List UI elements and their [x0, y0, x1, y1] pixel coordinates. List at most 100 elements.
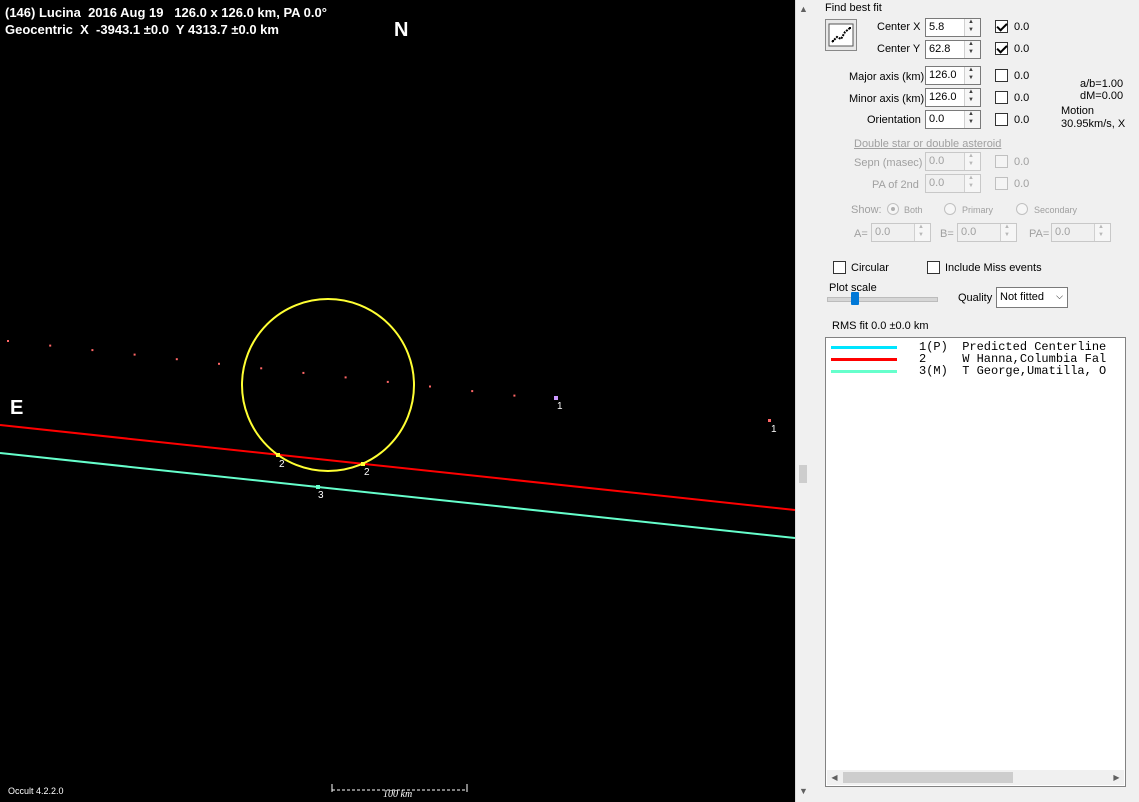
pa2nd-label: PA of 2nd — [872, 179, 919, 191]
centerline-dot — [471, 390, 474, 393]
show-secondary-label: Secondary — [1034, 205, 1078, 215]
center-x-label: Center X — [877, 21, 921, 33]
legend-item[interactable]: 3(M) T George,Umatilla, O — [826, 364, 1125, 378]
plot-scale-track[interactable] — [827, 297, 938, 302]
plot-header-line1: (146) Lucina 2016 Aug 19 126.0 x 126.0 k… — [5, 5, 327, 20]
minor-axis-input[interactable]: 126.0 — [925, 88, 981, 107]
orientation-weight: 0.0 — [1014, 114, 1030, 126]
legend-item[interactable]: 1(P) Predicted Centerline — [826, 340, 1125, 354]
scroll-left-icon[interactable]: ◀ — [827, 770, 842, 785]
include-miss-checkbox[interactable] — [927, 261, 940, 274]
center-y-spinner[interactable] — [964, 41, 980, 58]
vertical-scrollbar[interactable]: ▲ ▼ — [795, 0, 811, 802]
chord-2-right-label: 2 — [364, 467, 370, 478]
pa2nd-value: 0.0 — [929, 177, 945, 189]
pa2nd-weight: 0.0 — [1014, 178, 1030, 190]
ab-ratio: a/b=1.00 — [1080, 78, 1124, 90]
quality-label: Quality — [958, 292, 993, 304]
pa-value: 0.0 — [1055, 226, 1071, 238]
centerline-dot — [175, 358, 178, 361]
a-input[interactable]: 0.0 — [871, 223, 931, 242]
dm-value: dM=0.00 — [1080, 90, 1124, 102]
motion-value: 30.95km/s, X — [1061, 118, 1126, 130]
circular-label: Circular — [851, 262, 889, 274]
legend-line-3 — [831, 370, 897, 373]
pa-label: PA= — [1029, 228, 1050, 240]
chord-1-label: 1 — [557, 401, 563, 412]
sepn-input[interactable]: 0.0 — [925, 152, 981, 171]
show-label: Show: — [851, 204, 882, 216]
scroll-up-icon[interactable]: ▲ — [796, 2, 811, 17]
center-x-weight: 0.0 — [1014, 21, 1030, 33]
show-secondary-radio[interactable] — [1016, 203, 1028, 215]
pa2nd-spinner[interactable] — [964, 175, 980, 192]
circular-checkbox[interactable] — [833, 261, 846, 274]
centerline-dot — [386, 380, 389, 383]
legend-scroll-thumb[interactable] — [843, 772, 1013, 783]
center-x-spinner[interactable] — [964, 19, 980, 36]
chord-2-reappear-marker — [361, 462, 365, 466]
b-input[interactable]: 0.0 — [957, 223, 1017, 242]
scroll-thumb[interactable] — [799, 465, 807, 483]
orientation-input[interactable]: 0.0 — [925, 110, 981, 129]
minor-axis-weight: 0.0 — [1014, 92, 1030, 104]
motion-label: Motion — [1061, 105, 1095, 117]
observer-legend-list[interactable]: 1(P) Predicted Centerline 2 W Hanna,Colu… — [825, 337, 1126, 787]
plot-scale-knob[interactable] — [851, 292, 859, 305]
center-x-checkbox[interactable] — [995, 20, 1008, 33]
chevron-down-icon: ⌵ — [1056, 291, 1063, 301]
legend-line-2 — [831, 358, 897, 361]
occultation-plot[interactable]: 2 2 3 1 1 100 km (146) Lucina 2016 Aug 1… — [0, 0, 795, 802]
predicted-centerline-dots — [7, 340, 516, 397]
minor-axis-checkbox[interactable] — [995, 91, 1008, 104]
quality-value: Not fitted — [1000, 291, 1045, 303]
pa-input[interactable]: 0.0 — [1051, 223, 1111, 242]
center-y-value: 62.8 — [929, 43, 951, 55]
show-primary-label: Primary — [962, 205, 993, 215]
a-spinner[interactable] — [914, 224, 930, 241]
sepn-spinner[interactable] — [964, 153, 980, 170]
centerline-dot — [91, 349, 94, 352]
orientation-checkbox[interactable] — [995, 113, 1008, 126]
legend-horizontal-scrollbar[interactable]: ◀ ▶ — [827, 770, 1124, 785]
major-axis-checkbox[interactable] — [995, 69, 1008, 82]
plot-header-line2: Geocentric X -3943.1 ±0.0 Y 4313.7 ±0.0 … — [5, 22, 279, 37]
b-value: 0.0 — [961, 226, 977, 238]
center-x-input[interactable]: 5.8 — [925, 18, 981, 37]
pa-spinner[interactable] — [1094, 224, 1110, 241]
orientation-value: 0.0 — [929, 113, 945, 125]
chord-2-left-label: 2 — [279, 459, 285, 470]
pa2nd-input[interactable]: 0.0 — [925, 174, 981, 193]
centerline-dot — [7, 340, 9, 342]
show-primary-radio[interactable] — [944, 203, 956, 215]
center-y-checkbox[interactable] — [995, 42, 1008, 55]
major-axis-weight: 0.0 — [1014, 70, 1030, 82]
minor-axis-label: Minor axis (km) — [849, 93, 925, 105]
major-axis-spinner[interactable] — [964, 67, 980, 84]
chord-1-far-marker — [768, 419, 771, 422]
scale-label: 100 km — [383, 789, 412, 800]
a-label: A= — [854, 228, 868, 240]
minor-axis-spinner[interactable] — [964, 89, 980, 106]
legend-item[interactable]: 2 W Hanna,Columbia Fal — [826, 352, 1125, 366]
show-both-radio[interactable] — [887, 203, 899, 215]
find-best-fit-button[interactable] — [825, 19, 857, 51]
orientation-spinner[interactable] — [964, 111, 980, 128]
minor-axis-value: 126.0 — [929, 91, 957, 103]
scroll-down-icon[interactable]: ▼ — [796, 784, 811, 799]
centerline-dot — [429, 385, 431, 388]
a-value: 0.0 — [875, 226, 891, 238]
center-y-label: Center Y — [877, 43, 921, 55]
chord-1-far-label: 1 — [771, 424, 777, 435]
find-best-fit-label: Find best fit — [825, 2, 882, 14]
version-label: Occult 4.2.2.0 — [8, 786, 64, 796]
pa2nd-checkbox[interactable] — [995, 177, 1008, 190]
chord-2-line — [0, 424, 795, 511]
major-axis-input[interactable]: 126.0 — [925, 66, 981, 85]
b-spinner[interactable] — [1000, 224, 1016, 241]
scroll-right-icon[interactable]: ▶ — [1109, 770, 1124, 785]
double-star-link[interactable]: Double star or double asteroid — [854, 138, 1001, 150]
center-y-input[interactable]: 62.8 — [925, 40, 981, 59]
sepn-checkbox[interactable] — [995, 155, 1008, 168]
quality-select[interactable]: Not fitted ⌵ — [996, 287, 1068, 308]
